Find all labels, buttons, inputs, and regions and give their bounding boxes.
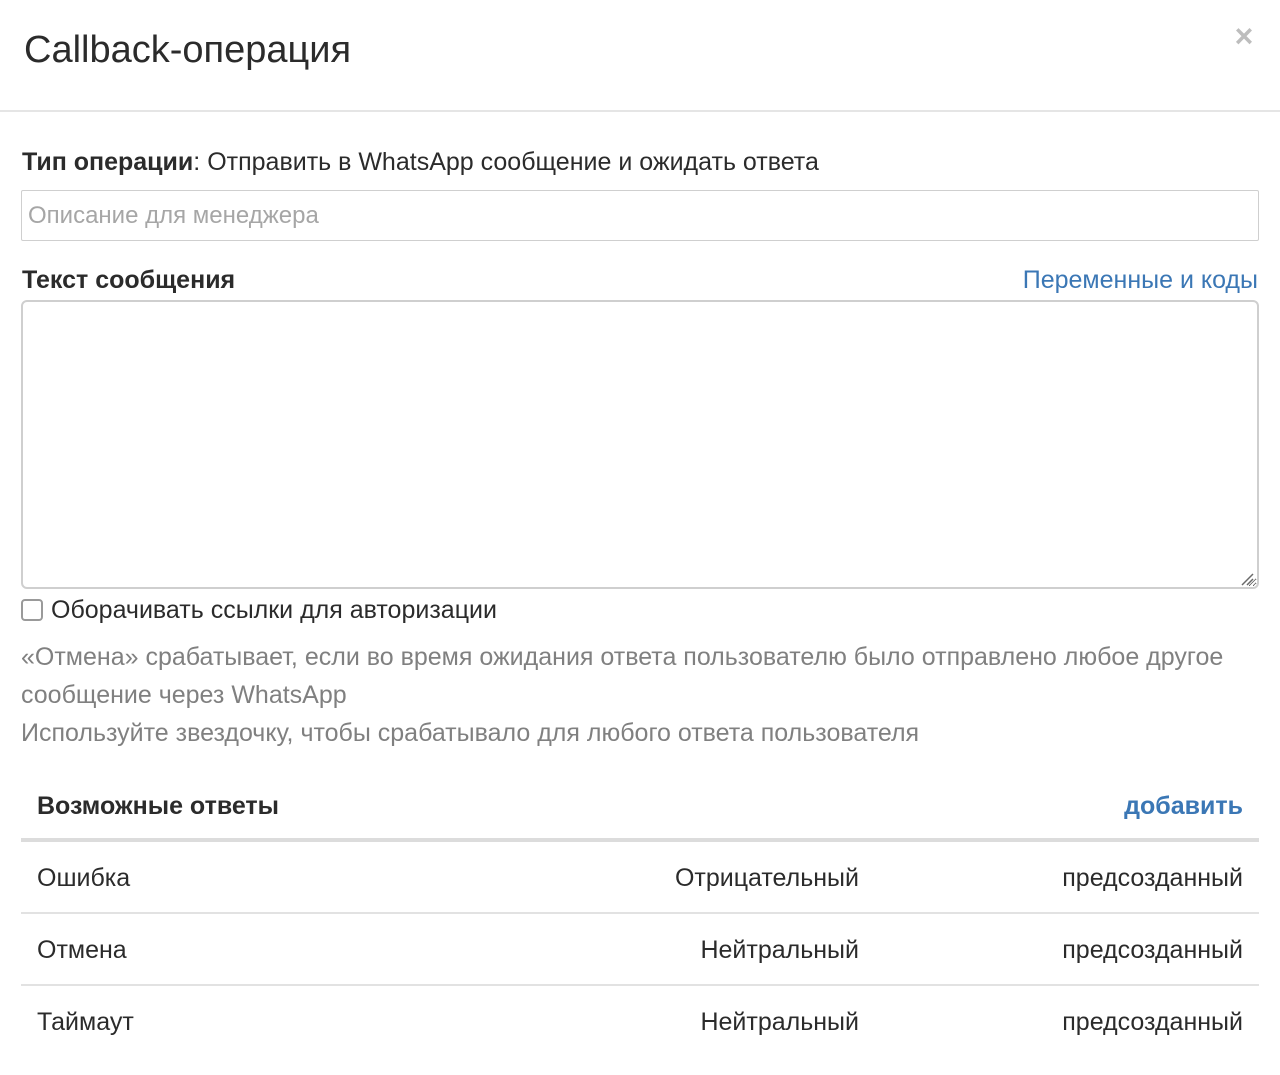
callback-operation-modal: Callback-операция × Тип операции: Отправ… — [0, 0, 1280, 1075]
manager-description-input[interactable] — [21, 190, 1259, 241]
wrap-links-row: Оборачивать ссылки для авторизации — [21, 594, 497, 626]
possible-answers-title: Возможные ответы — [37, 792, 280, 820]
answer-origin: предсозданный — [1062, 864, 1243, 892]
message-text-textarea[interactable] — [21, 300, 1259, 589]
variables-and-codes-link[interactable]: Переменные и коды — [1023, 264, 1258, 296]
close-icon[interactable]: × — [1230, 18, 1258, 54]
add-answer-link[interactable]: добавить — [1124, 790, 1243, 822]
answer-row-error: Ошибка Отрицательный предсозданный — [21, 842, 1259, 914]
answer-name: Таймаут — [37, 1008, 134, 1036]
cancel-hint-text: «Отмена» срабатывает, если во время ожид… — [21, 643, 1224, 709]
answer-type: Нейтральный — [700, 1008, 859, 1036]
answer-type: Нейтральный — [700, 936, 859, 964]
asterisk-hint-text: Используйте звездочку, чтобы срабатывало… — [21, 719, 920, 747]
possible-answers-table: Возможные ответы добавить Ошибка Отрицат… — [21, 770, 1259, 1058]
operation-type: Тип операции: Отправить в WhatsApp сообщ… — [22, 146, 819, 178]
answer-origin: предсозданный — [1062, 1008, 1243, 1036]
answer-origin: предсозданный — [1062, 936, 1243, 964]
answer-row-timeout: Таймаут Нейтральный предсозданный — [21, 986, 1259, 1058]
modal-header: Callback-операция × — [0, 0, 1280, 112]
possible-answers-header: Возможные ответы добавить — [21, 770, 1259, 842]
resize-handle-icon[interactable] — [1238, 570, 1254, 586]
answer-name: Ошибка — [37, 864, 131, 892]
operation-type-label: Тип операции — [22, 148, 194, 176]
wrap-links-label[interactable]: Оборачивать ссылки для авторизации — [51, 594, 497, 626]
message-text-label: Текст сообщения — [22, 266, 236, 294]
answer-type: Отрицательный — [674, 864, 859, 892]
answer-name: Отмена — [37, 936, 127, 964]
modal-title: Callback-операция — [24, 29, 352, 71]
wrap-links-checkbox[interactable] — [21, 599, 43, 621]
answer-row-cancel: Отмена Нейтральный предсозданный — [21, 914, 1259, 986]
operation-type-value: Отправить в WhatsApp сообщение и ожидать… — [207, 148, 819, 176]
operation-type-separator: : — [193, 148, 208, 176]
